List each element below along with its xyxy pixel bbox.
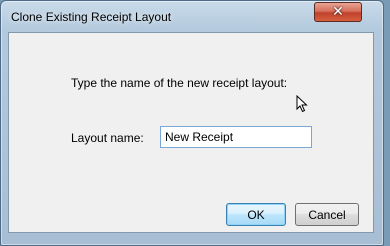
dialog-body: Type the name of the new receipt layout:… — [8, 32, 374, 233]
prompt-text: Type the name of the new receipt layout: — [71, 76, 288, 90]
close-icon: ✕ — [332, 4, 344, 20]
mouse-pointer-icon — [296, 95, 308, 113]
title-bar[interactable]: Clone Existing Receipt Layout ✕ — [1, 1, 383, 33]
layout-name-input[interactable] — [160, 126, 312, 148]
dialog-window: Clone Existing Receipt Layout ✕ Type the… — [0, 0, 384, 246]
cancel-button[interactable]: Cancel — [295, 203, 359, 226]
layout-name-label: Layout name: — [71, 131, 144, 145]
window-title: Clone Existing Receipt Layout — [11, 10, 172, 24]
ok-button[interactable]: OK — [226, 203, 286, 226]
close-button[interactable]: ✕ — [314, 2, 362, 22]
